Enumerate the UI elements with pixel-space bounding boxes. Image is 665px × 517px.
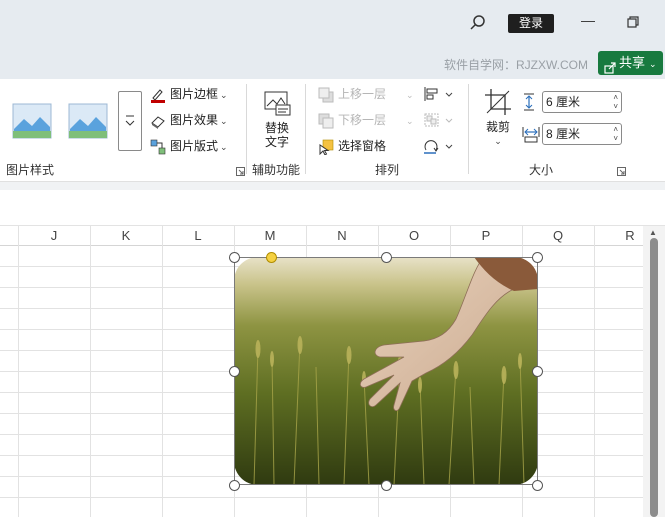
selection-pane-label: 选择窗格	[338, 139, 387, 153]
chevron-down-icon: ⌄	[220, 116, 228, 126]
column-header-p[interactable]: P	[450, 226, 522, 246]
picture-style-thumb-2[interactable]	[68, 101, 108, 141]
width-value: 8 厘米	[546, 127, 581, 141]
scrollbar-thumb[interactable]	[650, 238, 658, 517]
separator	[468, 84, 469, 174]
title-bar	[0, 0, 665, 48]
resize-handle-bottom-left[interactable]	[229, 480, 240, 491]
resize-handle-top-right[interactable]	[532, 252, 543, 263]
alt-text-button[interactable]: 替换 文字	[258, 90, 296, 149]
column-header-j[interactable]: J	[18, 226, 90, 246]
separator	[246, 84, 247, 174]
width-icon	[522, 125, 540, 143]
picture-border-menu[interactable]: 图片边框 ⌄	[150, 84, 228, 104]
vertical-scrollbar[interactable]: ▲	[643, 226, 665, 517]
chevron-down-icon: ⌄	[220, 90, 228, 100]
spinner-arrows-icon[interactable]: ˄ ˅	[613, 93, 618, 111]
resize-handle-right[interactable]	[532, 366, 543, 377]
group-label-accessibility: 辅助功能	[252, 163, 301, 177]
chevron-down-icon: ⌄	[649, 59, 657, 69]
resize-handle-bottom[interactable]	[381, 480, 392, 491]
height-input[interactable]: 6 厘米 ˄ ˅	[542, 91, 622, 113]
height-value: 6 厘米	[546, 95, 581, 109]
selection-pane-button[interactable]: 选择窗格	[318, 136, 386, 156]
send-backward-menu[interactable]: 下移一层 ⌄	[318, 110, 414, 130]
alt-text-label-1: 替换	[264, 121, 289, 135]
align-icon	[423, 87, 455, 105]
column-header-o[interactable]: O	[378, 226, 450, 246]
gallery-more-button[interactable]	[118, 91, 142, 151]
alt-text-icon	[262, 90, 292, 118]
picture-layout-menu[interactable]: 图片版式 ⌄	[150, 136, 228, 156]
bring-forward-label: 上移一层	[338, 87, 387, 101]
ribbon-shadow	[0, 182, 665, 190]
share-label: 共享	[619, 55, 646, 70]
crop-button[interactable]: 裁剪 ⌄	[481, 88, 515, 148]
formula-bar[interactable]	[0, 190, 665, 226]
send-backward-label: 下移一层	[338, 113, 387, 127]
chevron-down-icon: ⌄	[220, 142, 228, 152]
restore-icon[interactable]	[626, 15, 640, 29]
picture-effects-menu[interactable]: 图片效果 ⌄	[150, 110, 228, 130]
grid-line	[0, 497, 643, 498]
share-button[interactable]: 共享 ⌄	[598, 51, 663, 75]
column-header-k[interactable]: K	[90, 226, 162, 246]
column-header-n[interactable]: N	[306, 226, 378, 246]
resize-handle-top-left[interactable]	[229, 252, 240, 263]
rotate-icon	[423, 140, 455, 157]
chevron-down-icon: ⌄	[406, 116, 414, 126]
group-label-picture-styles: 图片样式	[6, 163, 55, 177]
send-backward-icon	[318, 113, 334, 129]
picture-layout-icon	[150, 139, 166, 155]
group-label-size: 大小	[529, 163, 554, 177]
height-icon	[522, 93, 540, 111]
chevron-down-icon: ⌄	[406, 90, 414, 100]
column-header-q[interactable]: Q	[522, 226, 594, 246]
group-menu[interactable]	[423, 112, 455, 128]
selection-pane-icon	[318, 139, 334, 156]
picture-border-label: 图片边框	[170, 87, 219, 101]
search-icon[interactable]	[468, 13, 488, 33]
shape-adjust-handle[interactable]	[266, 252, 277, 263]
crop-icon	[484, 88, 512, 116]
crop-label: 裁剪	[485, 120, 510, 134]
group-icon	[423, 113, 455, 131]
align-menu[interactable]	[423, 86, 455, 102]
alt-text-label-2: 文字	[264, 135, 289, 149]
picture-effects-icon	[150, 113, 166, 129]
bring-forward-menu[interactable]: 上移一层 ⌄	[318, 84, 414, 104]
spinner-arrows-icon[interactable]: ˄ ˅	[613, 125, 618, 143]
scroll-up-icon[interactable]: ▲	[649, 228, 657, 237]
width-input[interactable]: 8 厘米 ˄ ˅	[542, 123, 622, 145]
separator	[305, 84, 306, 174]
picture-style-thumb-1[interactable]	[12, 101, 52, 141]
resize-handle-left[interactable]	[229, 366, 240, 377]
picture-layout-label: 图片版式	[170, 139, 219, 153]
login-button[interactable]: 登录	[508, 14, 554, 33]
column-header-m[interactable]: M	[234, 226, 306, 246]
dialog-launcher-icon[interactable]	[617, 165, 626, 176]
minimize-button[interactable]: —	[579, 12, 597, 32]
column-header-l[interactable]: L	[162, 226, 234, 246]
watermark-text: 软件自学网：RJZXW.COM	[444, 58, 588, 72]
selection-frame	[234, 257, 538, 485]
bring-forward-icon	[318, 87, 334, 103]
rotate-menu[interactable]	[423, 138, 455, 154]
picture-border-icon	[150, 87, 166, 103]
resize-handle-bottom-right[interactable]	[532, 480, 543, 491]
resize-handle-top[interactable]	[381, 252, 392, 263]
group-label-arrange: 排列	[375, 163, 400, 177]
share-icon	[604, 58, 616, 74]
chevron-down-icon: ⌄	[494, 136, 502, 146]
picture-effects-label: 图片效果	[170, 113, 219, 127]
dialog-launcher-icon[interactable]	[236, 165, 245, 176]
